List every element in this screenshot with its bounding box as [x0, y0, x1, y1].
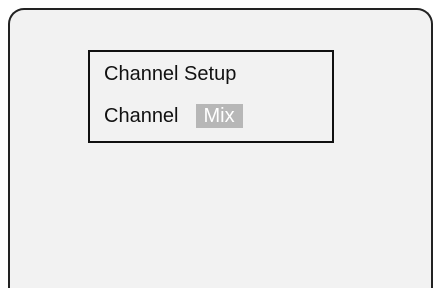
channel-setup-menu: Channel Setup Channel Mix [88, 50, 334, 143]
channel-value[interactable]: Mix [195, 104, 243, 128]
menu-title: Channel Setup [104, 63, 237, 85]
channel-row[interactable]: Channel Mix [104, 104, 243, 128]
channel-label: Channel [104, 104, 179, 127]
